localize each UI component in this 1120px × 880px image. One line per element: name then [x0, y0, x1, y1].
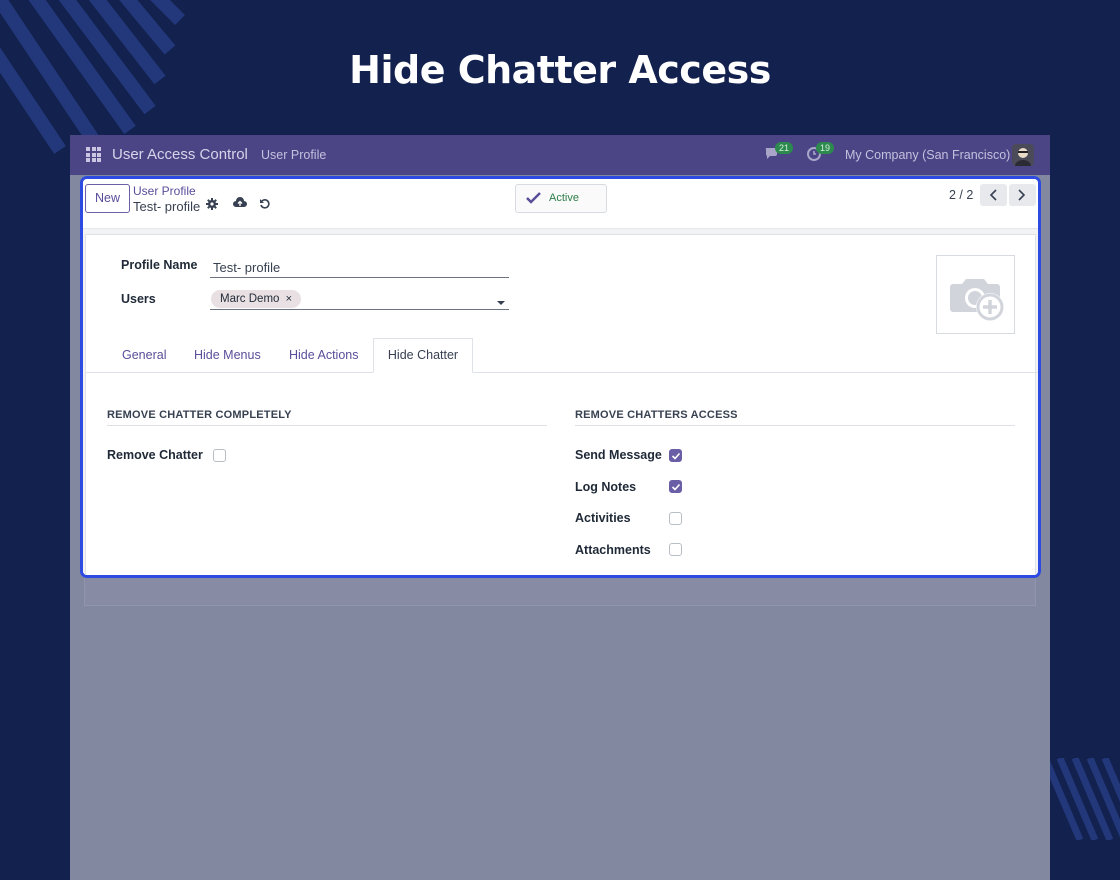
messages-count-badge: 21	[775, 142, 794, 154]
breadcrumb-current: Test- profile	[133, 199, 201, 214]
attachments-label: Attachments	[575, 543, 651, 557]
section-divider-right	[575, 425, 1015, 426]
attachments-checkbox[interactable]	[669, 543, 682, 556]
checkbox-check-icon	[671, 483, 681, 491]
chevron-down-icon[interactable]	[497, 301, 505, 305]
log-notes-checkbox[interactable]	[669, 480, 682, 493]
tag-remove-icon[interactable]: ×	[286, 293, 292, 305]
apps-grid-icon[interactable]	[86, 147, 101, 162]
user-tag: Marc Demo ×	[211, 290, 302, 308]
app-name[interactable]: User Access Control	[112, 146, 248, 163]
users-label: Users	[121, 292, 156, 306]
form-sheet: Profile Name Test- profile Users Marc De…	[85, 234, 1038, 575]
log-notes-label: Log Notes	[575, 480, 637, 494]
checkbox-check-icon	[671, 452, 681, 460]
remove-chatter-label: Remove Chatter	[107, 448, 203, 462]
active-status-label: Active	[549, 192, 579, 204]
active-status-button[interactable]: Active	[515, 184, 607, 213]
send-message-label: Send Message	[575, 448, 662, 462]
activities-button[interactable]: 19	[806, 142, 835, 166]
menu-user-profile[interactable]: User Profile	[261, 148, 326, 162]
remove-chatters-access-title: REMOVE CHATTERS ACCESS	[575, 409, 738, 421]
pager-value[interactable]: 2 / 2	[949, 188, 973, 202]
activities-label: Activities	[575, 511, 631, 525]
chatter-area-below	[84, 578, 1036, 606]
checkmark-icon	[526, 192, 541, 204]
form-view-highlight: New User Profile Test- profile Active 2 …	[80, 176, 1041, 578]
profile-image-upload[interactable]	[936, 255, 1015, 334]
profile-name-label: Profile Name	[121, 258, 198, 272]
cloud-upload-icon[interactable]	[233, 196, 247, 214]
send-message-checkbox[interactable]	[669, 449, 682, 462]
activities-checkbox[interactable]	[669, 512, 682, 525]
tab-hide-chatter[interactable]: Hide Chatter	[373, 338, 473, 373]
remove-chatter-completely-title: REMOVE CHATTER COMPLETELY	[107, 409, 292, 421]
banner-title: Hide Chatter Access	[349, 48, 771, 92]
user-tag-label: Marc Demo	[220, 293, 280, 305]
profile-name-value: Test- profile	[213, 260, 281, 275]
chevron-right-icon	[1018, 189, 1026, 201]
messaging-button[interactable]: 21	[765, 142, 794, 166]
remove-chatter-checkbox[interactable]	[213, 449, 226, 462]
avatar-image-icon	[1012, 144, 1034, 166]
activities-count-badge: 19	[816, 142, 835, 154]
decorative-stripes-bottom-right	[1050, 758, 1120, 840]
tab-hide-menus[interactable]: Hide Menus	[194, 348, 261, 362]
company-switcher[interactable]: My Company (San Francisco)	[845, 148, 1010, 162]
user-avatar[interactable]	[1012, 144, 1034, 166]
camera-plus-icon	[950, 279, 1004, 321]
new-button[interactable]: New	[85, 184, 130, 213]
section-divider-left	[107, 425, 547, 426]
pager-next-button[interactable]	[1009, 184, 1036, 206]
gear-icon[interactable]	[206, 197, 218, 215]
discard-icon[interactable]	[259, 197, 271, 215]
tab-general[interactable]: General	[122, 348, 166, 362]
chevron-left-icon	[989, 189, 997, 201]
tabs-baseline	[86, 372, 1038, 373]
top-navbar: User Access Control User Profile 21 19 M…	[70, 135, 1050, 175]
pager-previous-button[interactable]	[980, 184, 1007, 206]
profile-name-input[interactable]: Test- profile	[210, 257, 509, 278]
control-panel: New User Profile Test- profile Active 2 …	[83, 179, 1038, 229]
tab-hide-actions[interactable]: Hide Actions	[289, 348, 358, 362]
breadcrumb-parent[interactable]: User Profile	[133, 184, 196, 198]
